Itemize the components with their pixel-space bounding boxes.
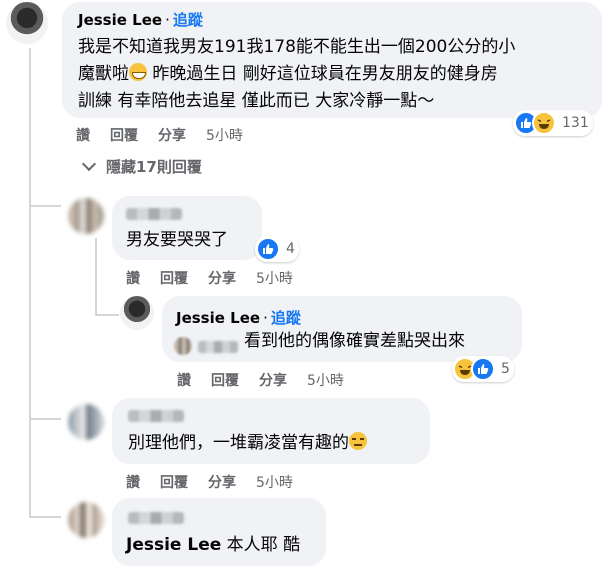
grin-emoji bbox=[129, 63, 147, 81]
avatar[interactable] bbox=[120, 296, 154, 330]
thread-branch-sub bbox=[95, 314, 119, 316]
reaction-count: 5 bbox=[501, 361, 510, 377]
reaction-count: 4 bbox=[286, 241, 295, 257]
share-link[interactable]: 分享 bbox=[158, 125, 186, 145]
reaction-summary[interactable]: 5 bbox=[452, 356, 514, 382]
thread-branch-3 bbox=[29, 516, 61, 518]
haha-icon bbox=[532, 111, 556, 135]
comment-text-line: 我是不知道我男友191我178能不能生出一個200公分的小 bbox=[78, 37, 516, 57]
like-link[interactable]: 讚 bbox=[126, 268, 140, 288]
timestamp[interactable]: 5小時 bbox=[206, 125, 243, 145]
reply-link[interactable]: 回覆 bbox=[110, 125, 138, 145]
thread-line-reply1 bbox=[95, 238, 97, 316]
avatar[interactable] bbox=[68, 404, 104, 440]
thread-branch-2 bbox=[29, 418, 61, 420]
reply-bubble: 別理他們，一堆霸凌當有趣的 bbox=[112, 398, 430, 464]
follow-button[interactable]: 追蹤 bbox=[173, 9, 203, 30]
unamused-emoji bbox=[349, 432, 367, 450]
reaction-summary[interactable]: 131 bbox=[513, 110, 593, 136]
separator-dot: · bbox=[165, 10, 170, 29]
reply-text: 看到他的偶像確實差點哭出來 bbox=[244, 331, 465, 351]
timestamp[interactable]: 5小時 bbox=[256, 268, 293, 288]
comment-actions: 讚 回覆 分享 5小時 bbox=[126, 472, 293, 492]
comment-text: 我是不知道我男友191我178能不能生出一個200公分的小 魔獸啦 昨晚過生日 … bbox=[78, 34, 598, 115]
reply-text: Jessie Lee 本人耶 酷 bbox=[126, 532, 300, 559]
reply-text: 別理他們，一堆霸凌當有趣的 bbox=[128, 430, 367, 457]
comment-text-fragment: 魔獸啦 bbox=[78, 64, 129, 84]
reply-link[interactable]: 回覆 bbox=[211, 370, 239, 390]
hidden-replies-label: 隱藏17則回覆 bbox=[106, 158, 202, 176]
avatar[interactable] bbox=[6, 2, 48, 44]
reply-link[interactable]: 回覆 bbox=[160, 268, 188, 288]
like-link[interactable]: 讚 bbox=[126, 472, 140, 492]
separator-dot: · bbox=[263, 308, 268, 327]
share-link[interactable]: 分享 bbox=[208, 472, 236, 492]
blurred-author-name bbox=[126, 208, 182, 220]
blurred-author-name bbox=[128, 410, 184, 422]
hidden-replies-toggle[interactable]: 隱藏17則回覆 bbox=[80, 156, 202, 177]
chevron-down-icon bbox=[81, 156, 97, 171]
mention-avatar bbox=[174, 337, 192, 355]
reply-link[interactable]: 回覆 bbox=[160, 472, 188, 492]
reply-bubble: Jessie Lee · 追蹤 看到他的偶像確實差點哭出來 bbox=[162, 296, 522, 362]
reply-text-fragment: 別理他們，一堆霸凌當有趣的 bbox=[128, 433, 349, 453]
share-link[interactable]: 分享 bbox=[259, 370, 287, 390]
avatar[interactable] bbox=[68, 198, 104, 234]
comment-text-line: 魔獸啦 昨晚過生日 剛好這位球員在男友朋友的健身房 bbox=[78, 61, 598, 88]
thread-branch bbox=[29, 205, 61, 207]
blurred-author-name bbox=[128, 512, 184, 524]
reply-bubble: Jessie Lee 本人耶 酷 bbox=[112, 498, 326, 566]
comment-actions: 讚 回覆 分享 5小時 bbox=[177, 370, 344, 390]
comment-author[interactable]: Jessie Lee bbox=[176, 309, 260, 327]
like-link[interactable]: 讚 bbox=[177, 370, 191, 390]
comment-bubble: Jessie Lee · 追蹤 我是不知道我男友191我178能不能生出一個20… bbox=[62, 2, 602, 118]
timestamp[interactable]: 5小時 bbox=[307, 370, 344, 390]
like-icon bbox=[471, 357, 495, 381]
blurred-mention-name[interactable] bbox=[198, 341, 238, 353]
like-icon bbox=[256, 237, 280, 261]
mention-link[interactable]: Jessie Lee bbox=[126, 535, 221, 555]
thread-line bbox=[29, 48, 31, 518]
reply-text-fragment: 本人耶 酷 bbox=[221, 535, 301, 555]
timestamp[interactable]: 5小時 bbox=[256, 472, 293, 492]
comment-text-fragment: 昨晚過生日 剛好這位球員在男友朋友的健身房 bbox=[147, 64, 498, 84]
reaction-summary[interactable]: 4 bbox=[255, 236, 299, 262]
reply-bubble: 男友要哭哭了 bbox=[112, 196, 262, 260]
reaction-count: 131 bbox=[562, 115, 589, 131]
avatar[interactable] bbox=[68, 502, 104, 538]
share-link[interactable]: 分享 bbox=[208, 268, 236, 288]
comment-actions: 讚 回覆 分享 5小時 bbox=[76, 125, 243, 145]
comment-author[interactable]: Jessie Lee bbox=[78, 11, 162, 29]
reply-text: 男友要哭哭了 bbox=[126, 230, 228, 250]
like-link[interactable]: 讚 bbox=[76, 125, 90, 145]
comment-actions: 讚 回覆 分享 5小時 bbox=[126, 268, 293, 288]
follow-button[interactable]: 追蹤 bbox=[271, 307, 301, 328]
